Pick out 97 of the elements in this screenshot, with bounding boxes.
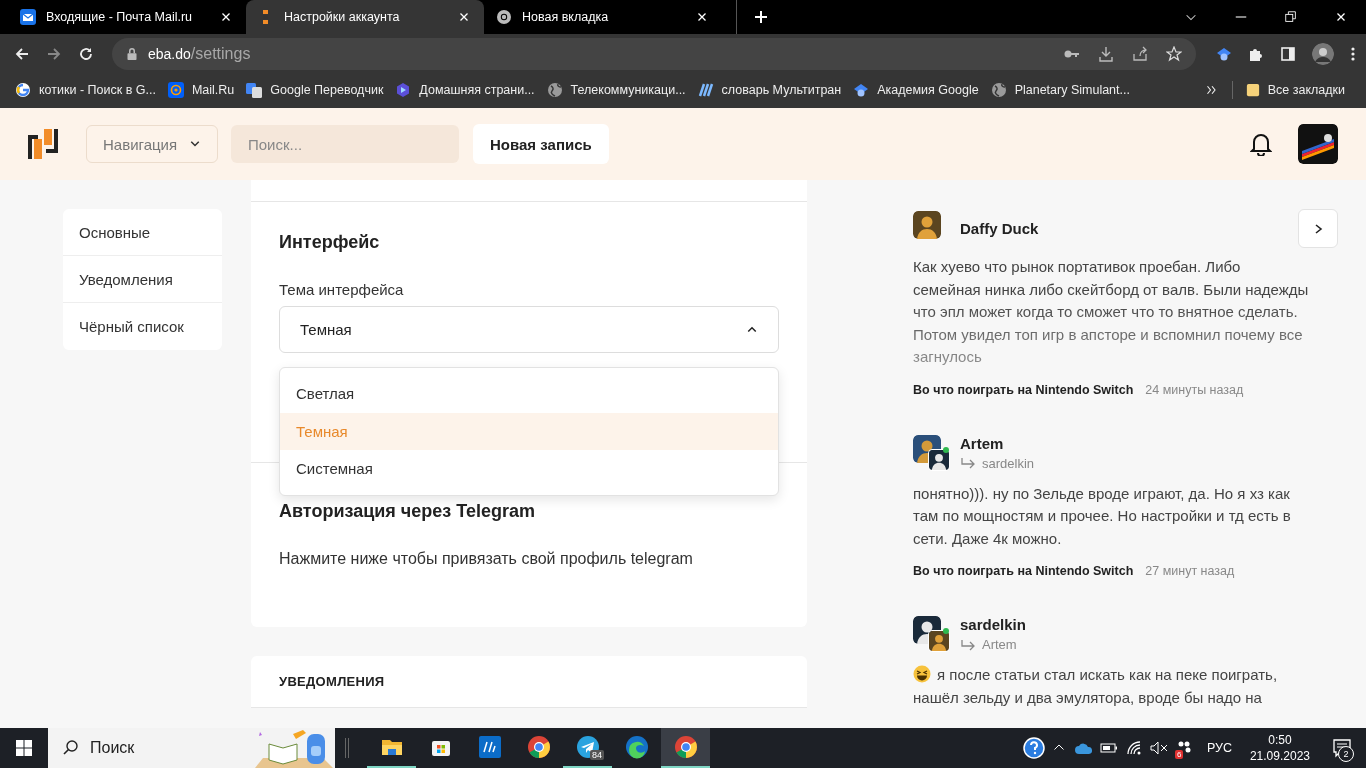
avatar-icon[interactable] (1298, 124, 1338, 164)
section-text: Нажмите ниже чтобы привязать свой профиль telegram (279, 550, 694, 568)
restore-icon (1284, 10, 1298, 24)
unread-badge: 84 (590, 750, 604, 760)
comment-text: Как хуево что рынок портативок проебан. Либо семейная нинка либо скейтборд от валв. Были надежды что эпл может когда то сможет что то внятное сделать. Потом увидел топ игр в апсторе и вспомнил почему все загнулось (913, 257, 1310, 367)
paper-plane-icon (575, 735, 600, 759)
comment-time: 27 минут назад (1145, 564, 1235, 578)
reply-arrow-icon (960, 457, 976, 469)
message-icon (1332, 738, 1352, 758)
side-panel-icon (1280, 46, 1296, 62)
section-title: Интерфейс (279, 232, 381, 253)
dropdown-option[interactable]: Системная (280, 450, 778, 488)
avatar-icon (928, 630, 950, 652)
theme-select[interactable]: Темная (279, 306, 779, 353)
lock-icon (126, 47, 138, 61)
muted-speaker-icon (1150, 741, 1169, 755)
envelope-icon (20, 9, 36, 25)
taskbar-app[interactable] (661, 728, 710, 768)
bookmark[interactable]: Академия Google (850, 77, 988, 103)
browser-logo-icon (496, 9, 512, 25)
address-bar[interactable]: eba.do/settings (112, 38, 1196, 70)
browser-tab[interactable]: Настройки аккаунта (246, 0, 484, 34)
taskbar-search-field[interactable]: Поиск (48, 728, 335, 768)
avatar-icon (913, 211, 941, 239)
section-title: Авторизация через Telegram (279, 501, 536, 522)
comment-text: понятно))). ну по Зельде вроде играют, да. Но я хз как там по мощностям и прочее. Но настройки и тд есть в сети. Даже 4к можно. (913, 483, 1292, 549)
globe-icon (990, 82, 1007, 98)
browser-logo-icon (673, 735, 698, 759)
google-logo-icon (15, 82, 31, 98)
at-sign-icon (167, 82, 184, 98)
section-title: УВЕДОМЛЕНИЯ (279, 674, 386, 689)
clock[interactable]: 0:50 21.09.2023 (1241, 732, 1318, 764)
browser-tab[interactable]: Новая вкладка (484, 0, 722, 34)
avatar-icon (928, 448, 950, 471)
notification-center-button[interactable]: 2 (1318, 728, 1366, 768)
translate-icon (246, 82, 263, 98)
bookmark[interactable]: Planetary Simulant... (987, 77, 1139, 103)
field-label: Тема интерфейса (279, 281, 405, 298)
new-post-button[interactable]: Новая запись (473, 124, 609, 164)
more-icon (1350, 46, 1356, 62)
tray-badge: 6 (1174, 750, 1184, 759)
dictionary-logo-icon (697, 82, 714, 98)
browser-tab[interactable]: Входящие - Почта Mail.ru (8, 0, 246, 34)
comment-time: 24 минуты назад (1145, 382, 1244, 397)
hexagon-icon (395, 82, 412, 98)
folder-icon (1245, 82, 1260, 98)
settings-nav-item[interactable]: Уведомления (63, 256, 222, 303)
bookmark[interactable]: котики - Поиск в G... (12, 77, 165, 103)
settings-nav-item[interactable]: Основные (63, 209, 222, 256)
author-name[interactable]: sardelkin (960, 616, 1026, 633)
bookmark[interactable]: Google Переводчик (243, 77, 393, 103)
graduation-cap-icon (853, 82, 870, 98)
globe-icon (546, 82, 563, 98)
browser-logo-icon (526, 735, 551, 759)
hp-app-icon (477, 735, 502, 759)
bookmark[interactable]: словарь Мультитран (694, 77, 851, 103)
windows-logo-icon (16, 740, 32, 756)
settings-nav-item[interactable]: Чёрный список (63, 303, 222, 350)
post-link[interactable]: Во что поиграть на Nintendo Switch (913, 564, 1134, 578)
notification-count: 2 (1338, 746, 1354, 762)
bookmark[interactable]: Домашняя страни... (392, 77, 544, 103)
search-field[interactable]: Поиск... (231, 125, 459, 163)
graduation-cap-icon (1216, 46, 1232, 62)
double-chevron-icon (1205, 84, 1218, 96)
laughing-emoji-icon (913, 665, 931, 683)
language-indicator[interactable]: РУС (1196, 741, 1242, 755)
edge-logo-icon (624, 735, 649, 759)
bookmark[interactable]: Mail.Ru (164, 77, 244, 103)
app-tray-button[interactable]: 6 (1171, 728, 1197, 768)
site-logo-icon[interactable] (28, 129, 58, 159)
reload-icon (78, 46, 94, 62)
download-icon (1098, 46, 1114, 62)
notifications-button[interactable] (1250, 132, 1272, 156)
taskbar-app[interactable]: 84 (563, 728, 612, 768)
author-name[interactable]: Daffy Duck (960, 219, 1039, 237)
search-icon (62, 739, 80, 757)
post-link[interactable]: Во что поиграть на Nintendo Switch (913, 382, 1134, 397)
help-icon (1023, 737, 1046, 759)
comment-text: я после статьи стал искать как на пеке поиграть, нашёл зельду и два эмулятора, вроде бы надо на (913, 664, 1279, 708)
cloud-icon (1075, 742, 1094, 754)
bell-icon (1250, 132, 1272, 156)
battery-icon (1100, 743, 1119, 753)
chevron-right-icon (1313, 222, 1323, 235)
puzzle-icon (1248, 46, 1264, 62)
back-arrow-icon (14, 46, 30, 62)
star-icon (1166, 46, 1182, 62)
author-name[interactable]: Artem (960, 434, 1035, 452)
navigation-dropdown[interactable]: Навигация (86, 125, 218, 163)
dropdown-option[interactable]: Светлая (280, 375, 778, 413)
plus-icon (753, 9, 769, 25)
bookmark[interactable]: Телекоммуникаци... (543, 77, 695, 103)
reply-arrow-icon (960, 638, 976, 651)
avatar-icon[interactable] (1312, 43, 1334, 65)
wifi-icon (1126, 740, 1143, 756)
bookmark[interactable]: Все закладки (1242, 77, 1354, 103)
share-icon (1132, 46, 1148, 62)
forward-arrow-icon (46, 46, 62, 62)
